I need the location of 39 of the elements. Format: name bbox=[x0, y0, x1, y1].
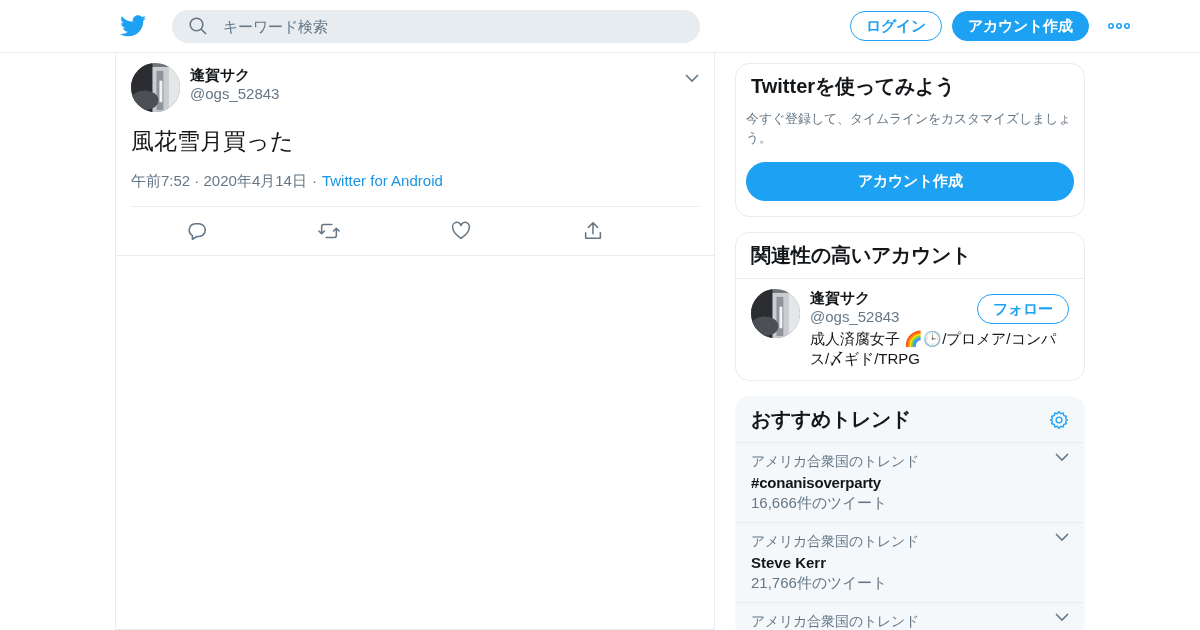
card-title: Twitterを使ってみよう bbox=[750, 74, 957, 99]
trend-item[interactable]: アメリカ合衆国のトレンド bbox=[736, 603, 1084, 630]
trend-hashtag[interactable]: #conanisoverparty bbox=[751, 474, 1055, 491]
user-name: 逢賀サク bbox=[190, 66, 251, 85]
user-name: 逢賀サク bbox=[810, 289, 871, 308]
caret-icon[interactable] bbox=[1055, 453, 1069, 462]
card-description: 今すぐ登録して、タイムラインをカスタマイズしましょう。 bbox=[745, 110, 1072, 147]
separator-dot: · bbox=[311, 172, 317, 191]
user-handle: @ogs_52843 bbox=[810, 308, 901, 325]
login-button[interactable]: ログイン bbox=[850, 11, 942, 41]
tweet-count: 16,666件のツイート bbox=[751, 494, 888, 513]
more-icon[interactable] bbox=[1108, 23, 1130, 29]
trend-item[interactable]: アメリカ合衆国のトレンド Steve Kerr 21,766件のツイート bbox=[736, 523, 1084, 603]
heart-icon[interactable] bbox=[450, 220, 472, 242]
caret-icon[interactable] bbox=[685, 74, 699, 83]
caret-icon[interactable] bbox=[1055, 613, 1069, 622]
trend-name[interactable]: Steve Kerr bbox=[751, 554, 1055, 571]
share-icon[interactable] bbox=[582, 220, 604, 242]
search-field[interactable]: キーワード検索 bbox=[172, 9, 700, 43]
source-link[interactable]: Twitter for Android bbox=[321, 172, 443, 191]
search-icon bbox=[189, 16, 207, 35]
user-handle: @ogs_52843 bbox=[190, 85, 281, 102]
trend-context: アメリカ合衆国のトレンド bbox=[751, 453, 920, 471]
reply-icon[interactable] bbox=[186, 220, 208, 242]
follow-button[interactable]: フォロー bbox=[977, 294, 1069, 324]
tweet-timestamp: 午前7:52 · 2020年4月14日 bbox=[131, 172, 307, 191]
trend-item[interactable]: アメリカ合衆国のトレンド #conanisoverparty 16,666件のツイート bbox=[736, 443, 1084, 523]
settings-icon[interactable] bbox=[1049, 409, 1069, 430]
signup-button[interactable]: アカウント作成 bbox=[746, 162, 1074, 201]
card-title: おすすめトレンド bbox=[750, 407, 912, 432]
bird-logo-icon[interactable] bbox=[120, 15, 146, 37]
user-bio: 成人済腐女子 🌈🕒/プロメア/コンパス/〆ギド/TRPG bbox=[810, 329, 1057, 369]
trend-context: アメリカ合衆国のトレンド bbox=[751, 533, 920, 551]
card-title: 関連性の高いアカウント bbox=[736, 233, 1084, 279]
signup-button[interactable]: アカウント作成 bbox=[952, 11, 1089, 41]
caret-icon[interactable] bbox=[1055, 533, 1069, 542]
tweet-count: 21,766件のツイート bbox=[751, 574, 888, 593]
tweet-text: 風花雪月買った bbox=[131, 127, 295, 156]
trend-context: アメリカ合衆国のトレンド bbox=[751, 613, 920, 630]
